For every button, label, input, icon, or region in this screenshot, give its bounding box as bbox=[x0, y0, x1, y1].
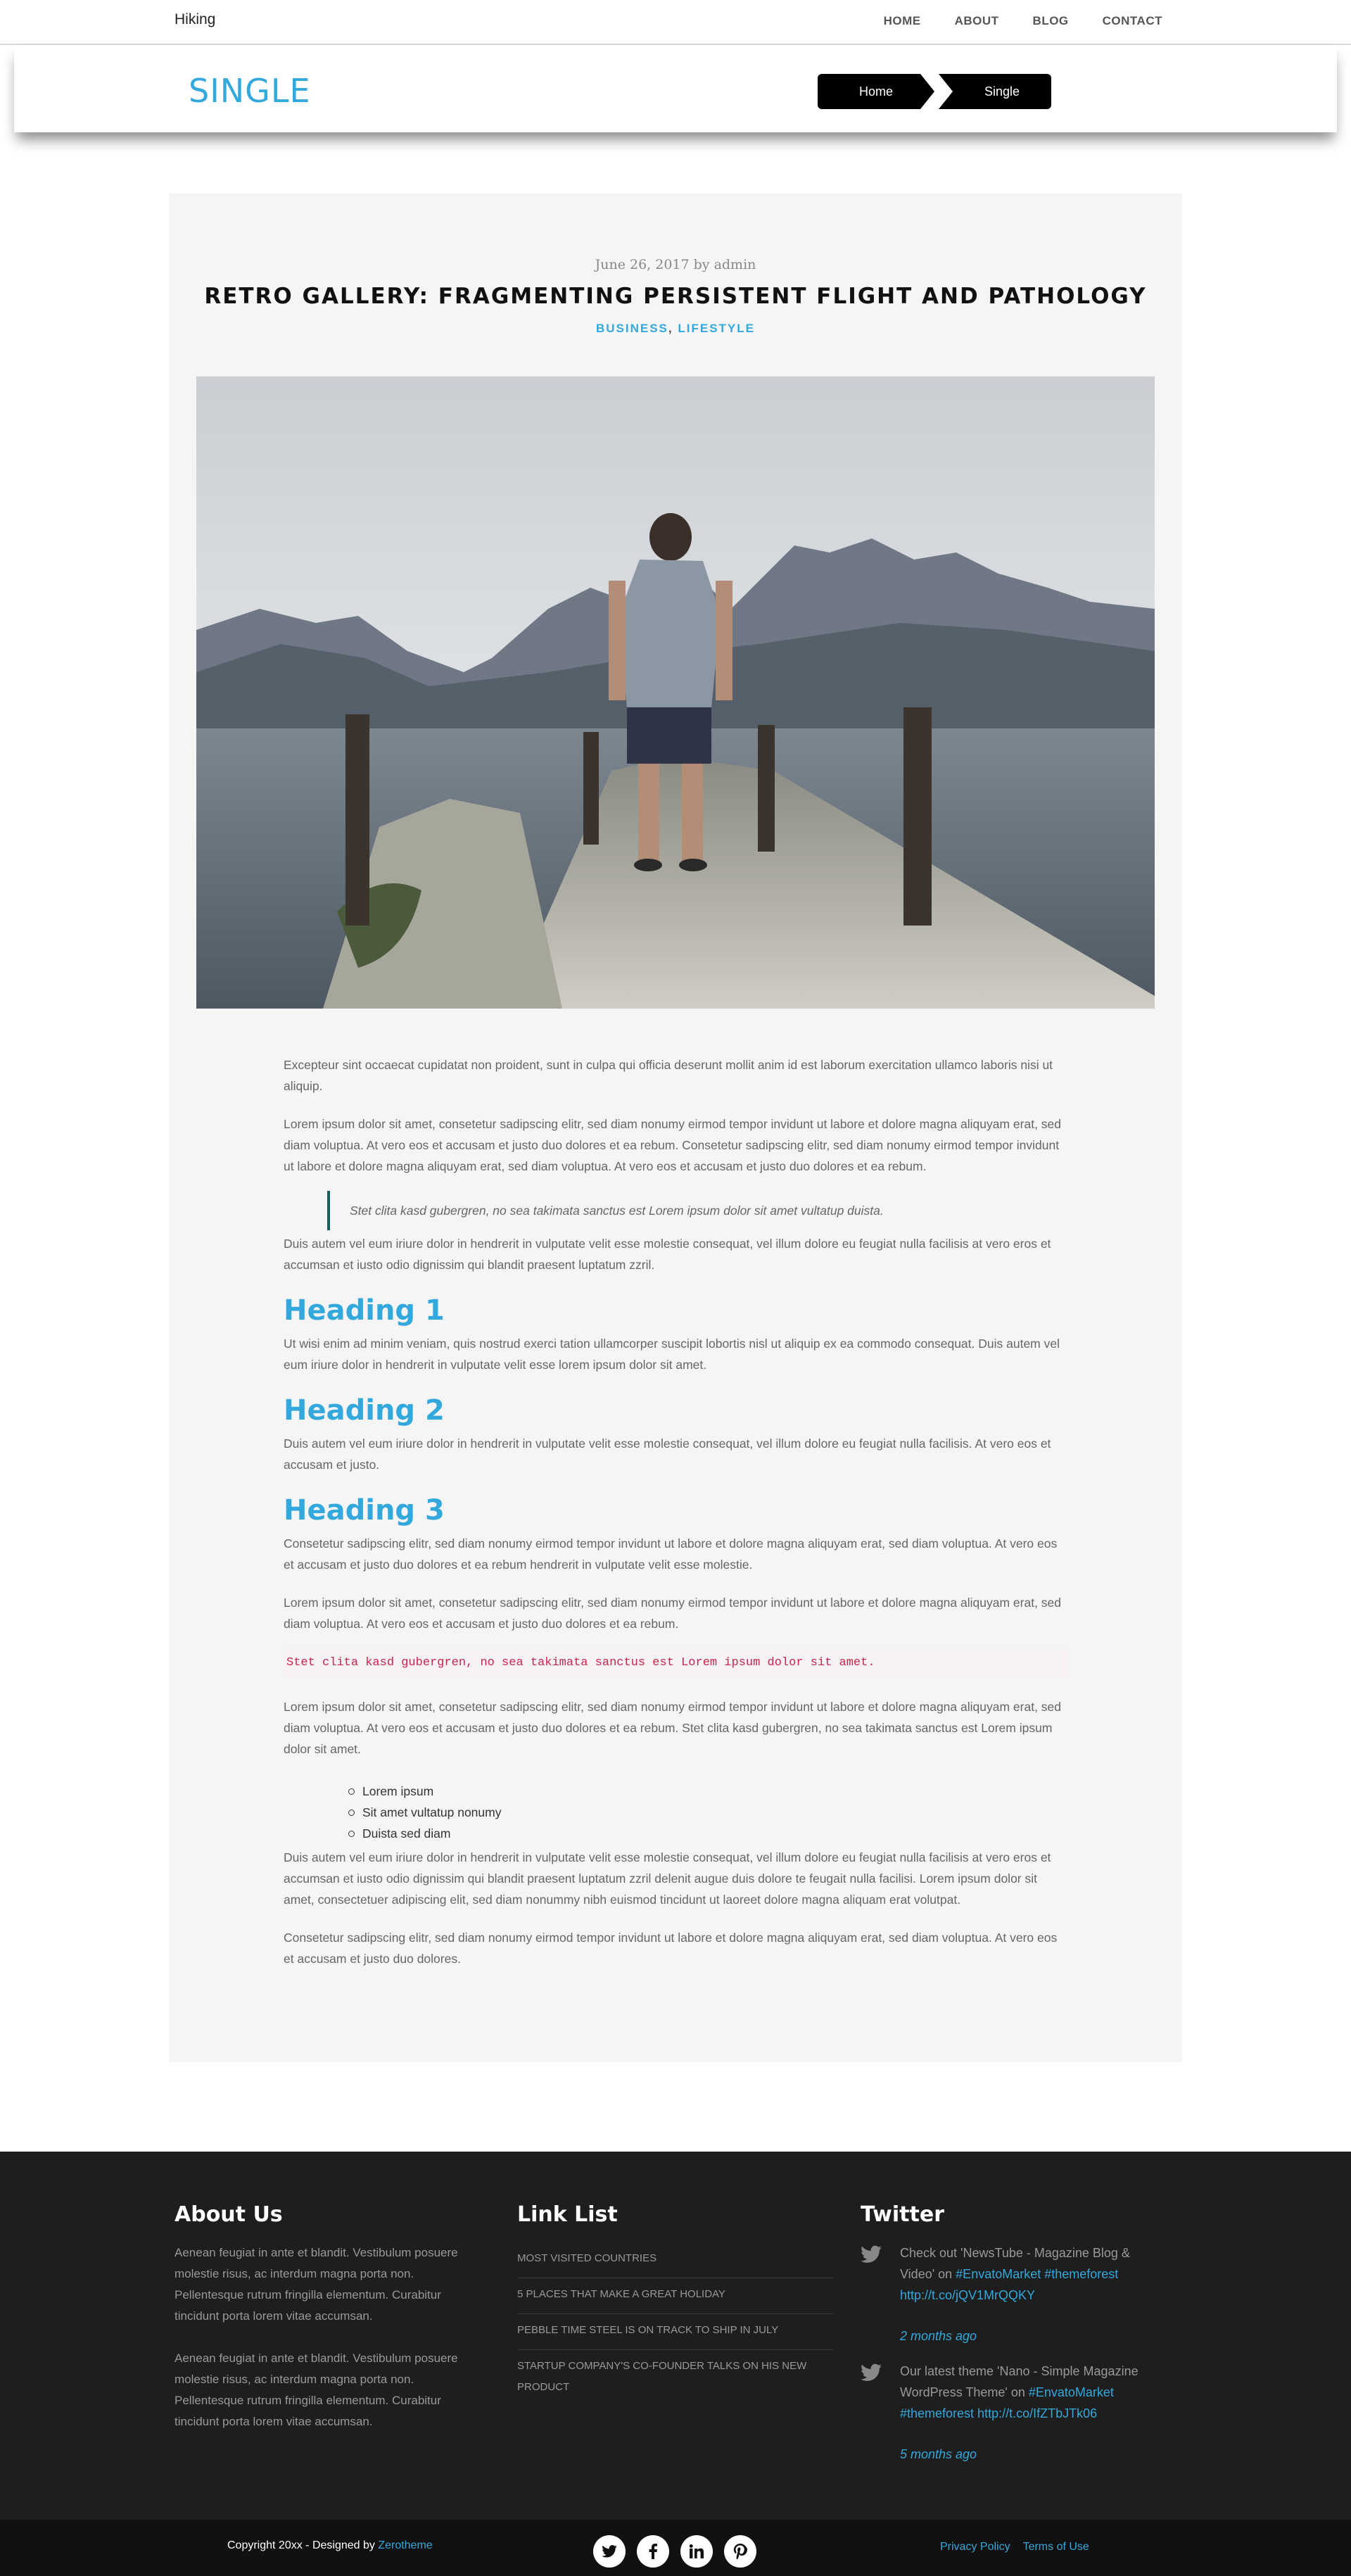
footer-link[interactable]: PEBBLE TIME STEEL IS ON TRACK TO SHIP IN… bbox=[517, 2314, 834, 2350]
footer-about-text: Aenean feugiat in ante et blandit. Vesti… bbox=[175, 2351, 458, 2428]
footer-links-heading: Link List bbox=[517, 2202, 618, 2227]
post-paragraph: Lorem ipsum dolor sit amet, consetetur s… bbox=[284, 1117, 1062, 1173]
breadcrumb: Home Single bbox=[818, 74, 1051, 109]
legal-links: Privacy Policy Terms of Use bbox=[940, 2541, 1089, 2553]
category-link-business[interactable]: BUSINESS bbox=[596, 322, 668, 335]
footer-about-heading: About Us bbox=[175, 2202, 283, 2227]
post-card: June 26, 2017 by admin RETRO GALLERY: FR… bbox=[169, 194, 1182, 2062]
post-heading-3: Heading 3 bbox=[284, 1494, 445, 1527]
post-code: Stet clita kasd gubergren, no sea takima… bbox=[284, 1648, 1067, 1678]
footer-about: About Us Aenean feugiat in ante et bland… bbox=[175, 2202, 484, 2454]
twitter-icon bbox=[861, 2245, 882, 2263]
top-navbar: Hiking HOME ABOUT BLOG CONTACT bbox=[0, 0, 1351, 45]
twitter-icon[interactable] bbox=[593, 2535, 626, 2568]
post-body: Excepteur sint occaecat cupidatat non pr… bbox=[284, 1054, 1067, 1986]
post-paragraph: Ut wisi enim ad minim veniam, quis nostr… bbox=[284, 1337, 1060, 1372]
tweet: Check out 'NewsTube - Magazine Blog & Vi… bbox=[861, 2242, 1163, 2347]
post-title: RETRO GALLERY: FRAGMENTING PERSISTENT FL… bbox=[204, 284, 1147, 309]
post-paragraph: Consetetur sadipscing elitr, sed diam no… bbox=[284, 1536, 1058, 1572]
post-blockquote: Stet clita kasd gubergren, no sea takima… bbox=[327, 1191, 1067, 1230]
terms-of-use-link[interactable]: Terms of Use bbox=[1023, 2541, 1089, 2553]
page-header: SINGLE Home Single bbox=[14, 45, 1337, 132]
breadcrumb-current: Single bbox=[939, 74, 1051, 109]
nav-blog[interactable]: BLOG bbox=[1033, 14, 1069, 28]
copyright-text: Copyright 20xx - Designed by bbox=[227, 2539, 379, 2551]
footer-link[interactable]: STARTUP COMPANY'S CO-FOUNDER TALKS ON HI… bbox=[517, 2350, 834, 2406]
post-paragraph: Duis autem vel eum iriure dolor in hendr… bbox=[284, 1237, 1051, 1272]
facebook-icon[interactable] bbox=[637, 2535, 669, 2568]
post-paragraph: Duis autem vel eum iriure dolor in hendr… bbox=[284, 1437, 1051, 1472]
nav-home[interactable]: HOME bbox=[884, 14, 921, 28]
footer-about-text: Aenean feugiat in ante et blandit. Vesti… bbox=[175, 2246, 458, 2323]
footer-bottom-bar: Copyright 20xx - Designed by Zerotheme P… bbox=[0, 2520, 1351, 2576]
footer-link[interactable]: MOST VISITED COUNTRIES bbox=[517, 2242, 834, 2278]
category-separator: , bbox=[668, 322, 673, 335]
list-item: Lorem ipsum bbox=[348, 1781, 1067, 1802]
featured-image bbox=[196, 377, 1155, 1009]
breadcrumb-home[interactable]: Home bbox=[818, 74, 934, 109]
post-paragraph: Excepteur sint occaecat cupidatat non pr… bbox=[284, 1058, 1053, 1093]
page-title: SINGLE bbox=[189, 72, 311, 110]
site-footer: About Us Aenean feugiat in ante et bland… bbox=[0, 2152, 1351, 2520]
post-meta: June 26, 2017 by admin bbox=[595, 257, 756, 272]
list-item: Duista sed diam bbox=[348, 1823, 1067, 1844]
tweet-time[interactable]: 2 months ago bbox=[900, 2325, 1163, 2347]
tweet-time[interactable]: 5 months ago bbox=[900, 2444, 1163, 2465]
tweet: Our latest theme 'Nano - Simple Magazine… bbox=[861, 2361, 1163, 2465]
twitter-icon bbox=[861, 2363, 882, 2381]
copyright: Copyright 20xx - Designed by Zerotheme bbox=[227, 2539, 433, 2552]
post-paragraph: Lorem ipsum dolor sit amet, consetetur s… bbox=[284, 1596, 1062, 1631]
post-categories: BUSINESS, LIFESTYLE bbox=[169, 322, 1182, 336]
featured-image-photo bbox=[196, 377, 1155, 1009]
nav-about[interactable]: ABOUT bbox=[955, 14, 999, 28]
linkedin-icon[interactable] bbox=[680, 2535, 713, 2568]
footer-twitter-heading: Twitter bbox=[861, 2202, 944, 2227]
footer-link-list: Link List MOST VISITED COUNTRIES 5 PLACE… bbox=[517, 2202, 834, 2406]
nav-contact[interactable]: CONTACT bbox=[1103, 14, 1162, 28]
designer-link[interactable]: Zerotheme bbox=[378, 2539, 432, 2551]
privacy-policy-link[interactable]: Privacy Policy bbox=[940, 2541, 1010, 2553]
list-item: Sit amet vultatup nonumy bbox=[348, 1802, 1067, 1823]
post-heading-2: Heading 2 bbox=[284, 1394, 445, 1427]
main-nav: HOME ABOUT BLOG CONTACT bbox=[850, 14, 1162, 28]
post-paragraph: Consetetur sadipscing elitr, sed diam no… bbox=[284, 1931, 1058, 1966]
post-paragraph: Lorem ipsum dolor sit amet, consetetur s… bbox=[284, 1700, 1062, 1756]
post-paragraph: Duis autem vel eum iriure dolor in hendr… bbox=[284, 1850, 1051, 1907]
post-list: Lorem ipsum Sit amet vultatup nonumy Dui… bbox=[348, 1781, 1067, 1844]
footer-link[interactable]: 5 PLACES THAT MAKE A GREAT HOLIDAY bbox=[517, 2278, 834, 2314]
footer-twitter: Twitter Check out 'NewsTube - Magazine B… bbox=[861, 2202, 1163, 2479]
site-brand[interactable]: Hiking bbox=[175, 11, 215, 28]
pinterest-icon[interactable] bbox=[724, 2535, 756, 2568]
social-links bbox=[593, 2535, 756, 2568]
post-heading-1: Heading 1 bbox=[284, 1294, 445, 1327]
category-link-lifestyle[interactable]: LIFESTYLE bbox=[678, 322, 755, 335]
